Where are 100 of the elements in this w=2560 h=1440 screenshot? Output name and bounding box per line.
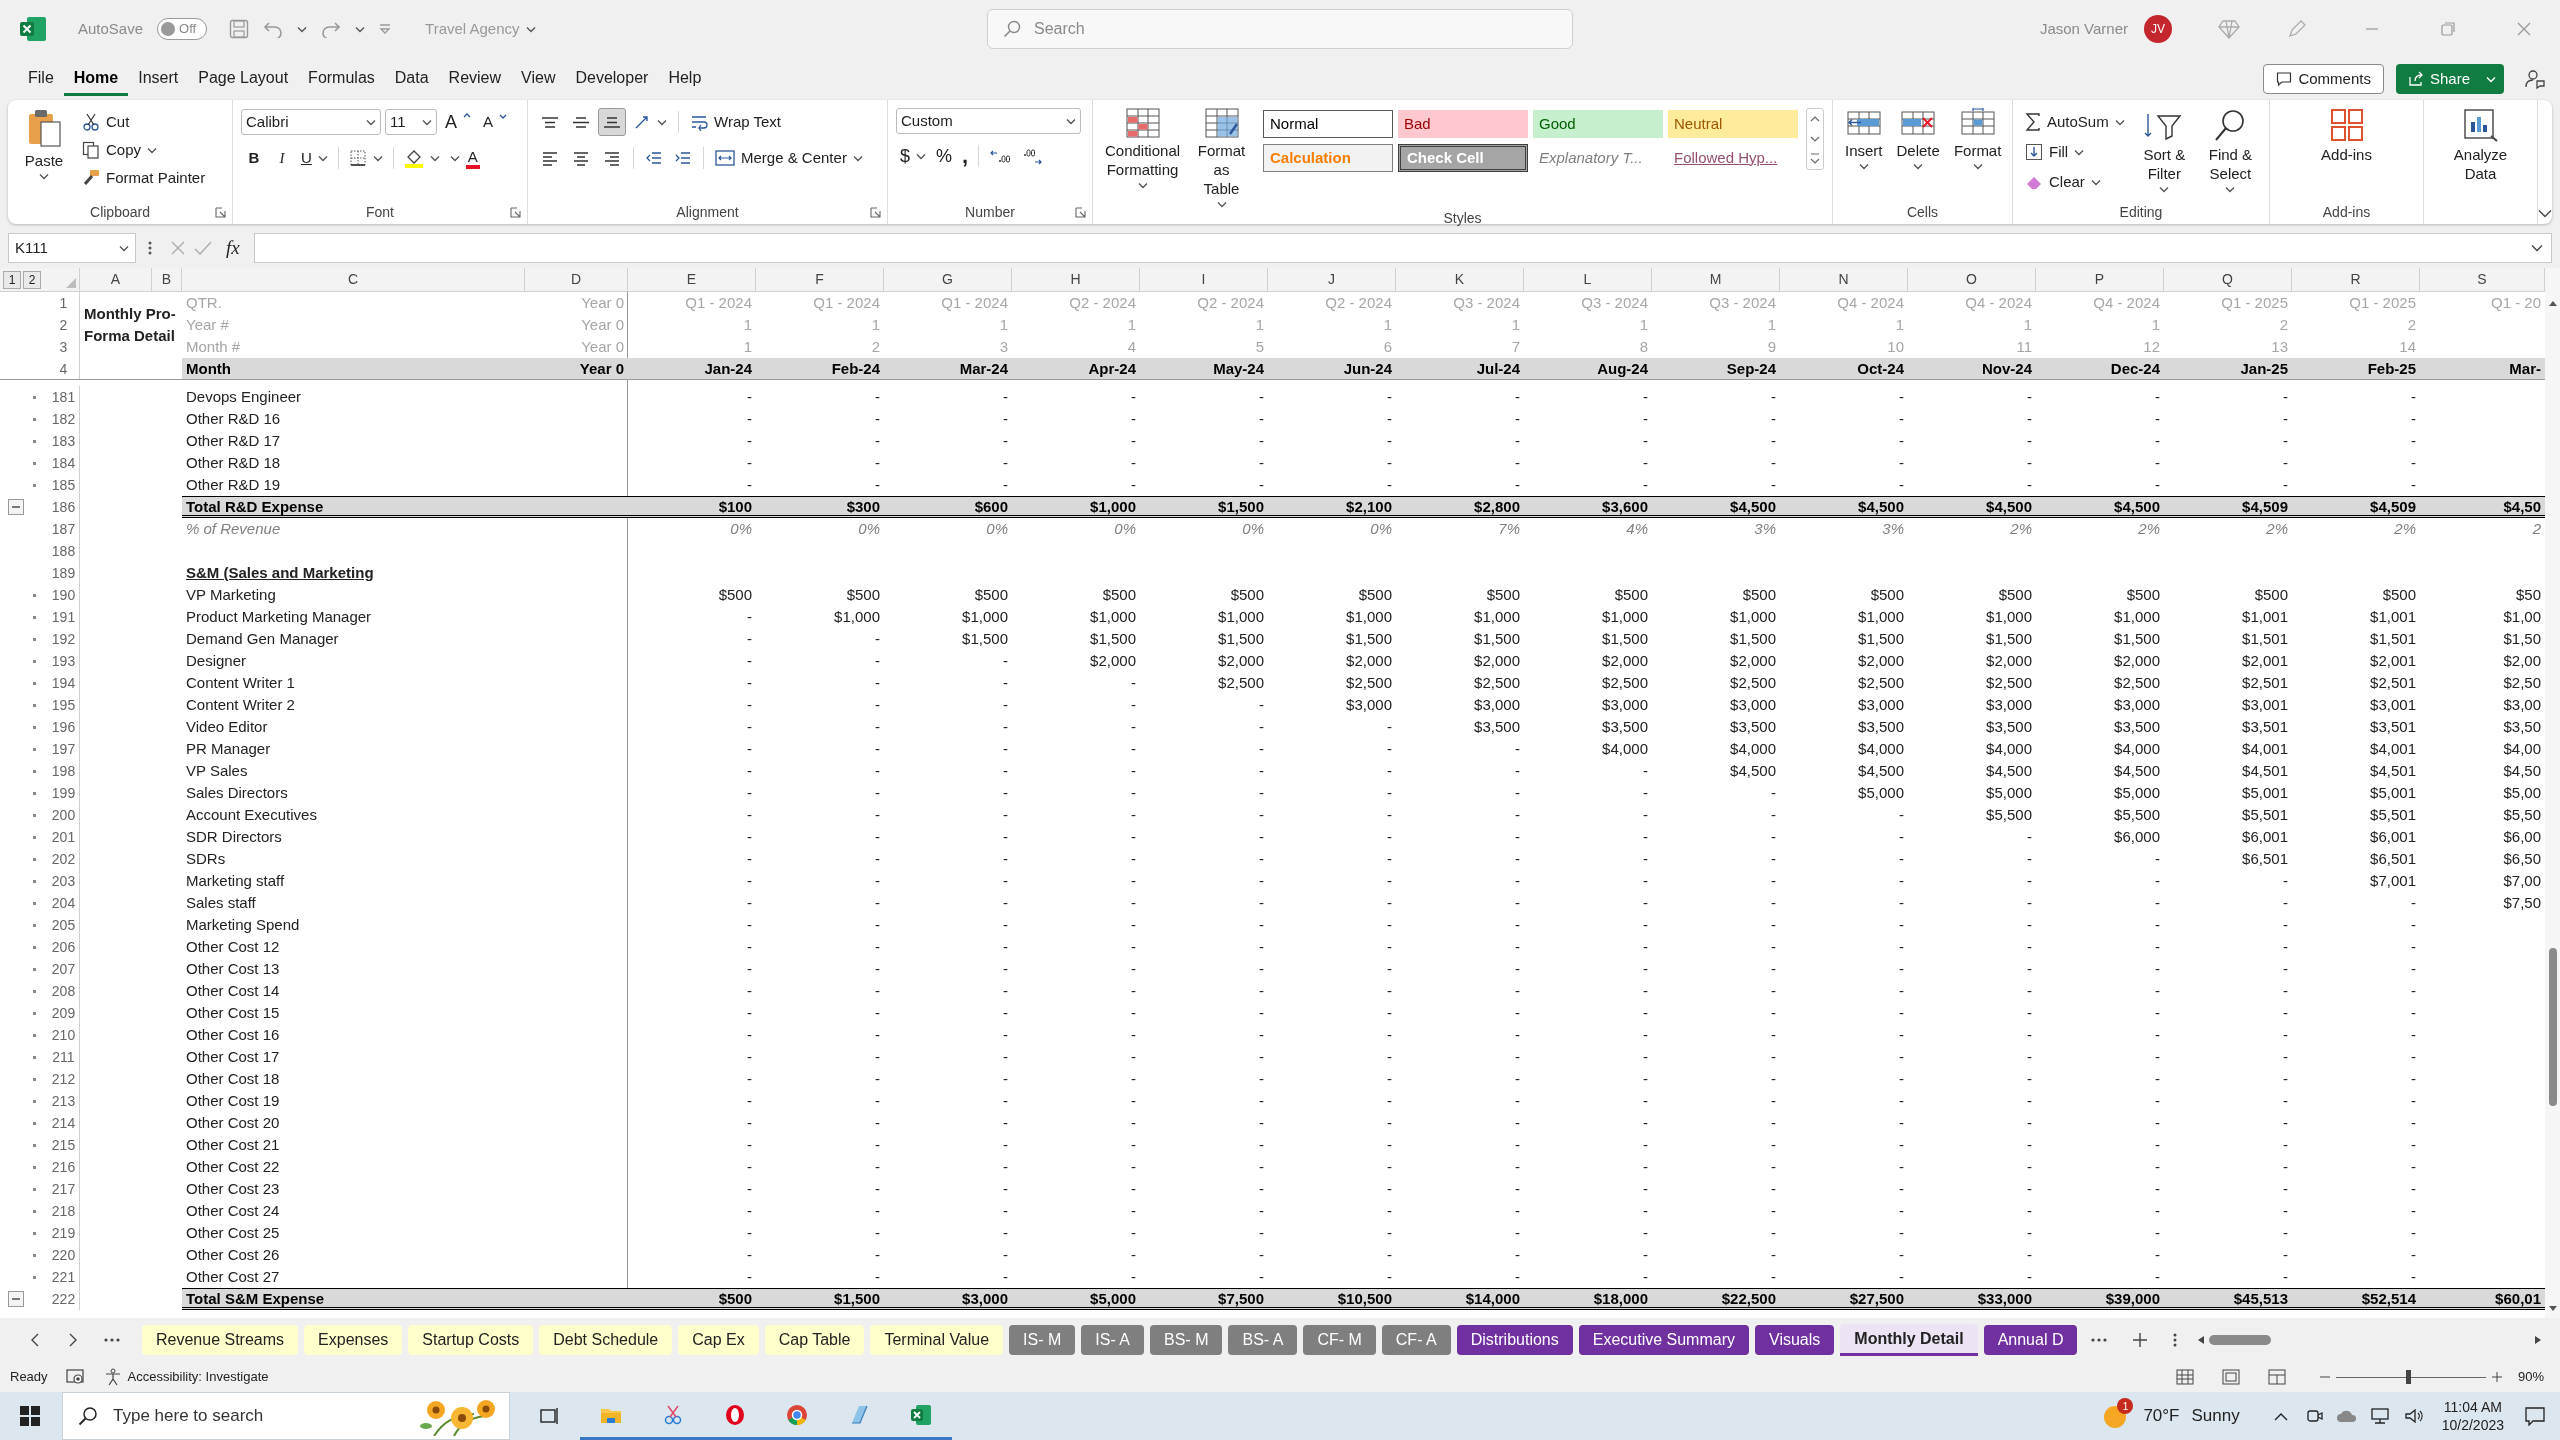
analyze-data-button[interactable]: Analyze Data: [2435, 108, 2526, 183]
cell-style-option[interactable]: Neutral: [1668, 110, 1798, 138]
add-ins-button[interactable]: Add-ins: [2306, 108, 2387, 164]
chevron-right-icon[interactable]: [68, 1333, 78, 1347]
more-icon[interactable]: [2091, 1338, 2108, 1342]
row-number[interactable]: 197: [48, 738, 80, 760]
column-header[interactable]: I: [1140, 268, 1268, 292]
row-number[interactable]: 187: [48, 518, 80, 540]
macro-record-icon[interactable]: [65, 1369, 84, 1385]
row-number[interactable]: 1: [48, 292, 80, 314]
row-number[interactable]: 195: [48, 694, 80, 716]
sheet-tab[interactable]: Annual D: [1983, 1325, 2078, 1355]
row-number[interactable]: 200: [48, 804, 80, 826]
row-number[interactable]: 201: [48, 826, 80, 848]
expand-icon[interactable]: [2531, 244, 2543, 252]
fill-button[interactable]: Fill: [2021, 138, 2129, 166]
sheet-tab[interactable]: CF- A: [1381, 1325, 1451, 1355]
sheet-tab[interactable]: Terminal Value: [870, 1325, 1004, 1355]
menu-tab[interactable]: Review: [438, 62, 512, 96]
scroll-thumb[interactable]: [2209, 1335, 2272, 1345]
chevron-up-icon[interactable]: [2273, 1411, 2288, 1421]
format-as-table-button[interactable]: Format as Table: [1190, 108, 1253, 208]
clear-button[interactable]: Clear: [2021, 168, 2129, 196]
row-number[interactable]: 203: [48, 870, 80, 892]
bottom-align-button[interactable]: [598, 108, 626, 136]
collapse-ribbon-icon[interactable]: [2538, 209, 2552, 218]
row-number[interactable]: 220: [48, 1244, 80, 1266]
meet-icon[interactable]: [2305, 1407, 2324, 1425]
outline-level-button[interactable]: 1: [3, 270, 21, 289]
format-button[interactable]: Format: [1949, 108, 2006, 170]
menu-tab[interactable]: Page Layout: [188, 62, 299, 96]
menu-tab[interactable]: View: [511, 62, 566, 96]
more-icon[interactable]: [104, 1338, 120, 1342]
row-number[interactable]: 2: [48, 314, 80, 336]
row-number[interactable]: 208: [48, 980, 80, 1002]
row-number[interactable]: 215: [48, 1134, 80, 1156]
dialog-launcher-icon[interactable]: [1075, 206, 1086, 218]
sheet-tab[interactable]: IS- A: [1081, 1325, 1144, 1355]
column-header[interactable]: F: [756, 268, 884, 292]
row-number[interactable]: 183: [48, 430, 80, 452]
row-number[interactable]: 212: [48, 1068, 80, 1090]
slider-thumb[interactable]: [2406, 1370, 2412, 1384]
sheet-tab[interactable]: Cap Table: [764, 1325, 865, 1355]
row-number[interactable]: 219: [48, 1222, 80, 1244]
notification-icon[interactable]: [2524, 1406, 2546, 1426]
row-number[interactable]: 194: [48, 672, 80, 694]
zoom-in-icon[interactable]: [2491, 1372, 2502, 1382]
column-header[interactable]: A: [80, 268, 152, 292]
row-number[interactable]: 190: [48, 584, 80, 606]
row-number[interactable]: 213: [48, 1090, 80, 1112]
menu-tab[interactable]: File: [18, 62, 64, 96]
excel-app-icon[interactable]: [909, 1402, 933, 1427]
collapse-button[interactable]: [8, 1291, 24, 1307]
row-number[interactable]: 211: [48, 1046, 80, 1068]
row-number[interactable]: 182: [48, 408, 80, 430]
column-header[interactable]: G: [884, 268, 1012, 292]
page-layout-view-icon[interactable]: [2221, 1369, 2240, 1385]
insert-button[interactable]: Insert: [1841, 108, 1887, 170]
sheet-tab[interactable]: Distributions: [1456, 1325, 1573, 1355]
page-break-view-icon[interactable]: [2267, 1369, 2286, 1385]
column-header[interactable]: C: [182, 268, 525, 292]
column-header[interactable]: S: [2420, 268, 2545, 292]
font-name-select[interactable]: Calibri: [241, 109, 381, 135]
windows-logo-icon[interactable]: [20, 1406, 40, 1426]
scroll-left-icon[interactable]: [2197, 1335, 2206, 1345]
row-number[interactable]: 186: [48, 496, 80, 518]
name-box[interactable]: K111: [8, 233, 136, 263]
row-number[interactable]: 196: [48, 716, 80, 738]
bold-button[interactable]: B: [241, 144, 267, 172]
row-number[interactable]: 207: [48, 958, 80, 980]
row-number[interactable]: 214: [48, 1112, 80, 1134]
cloud-icon[interactable]: [2335, 1408, 2358, 1424]
merge-center-button[interactable]: Merge & Center: [711, 144, 867, 172]
zoom-slider[interactable]: [2335, 1370, 2486, 1384]
column-header[interactable]: J: [1268, 268, 1396, 292]
row-number[interactable]: 221: [48, 1266, 80, 1288]
row-number[interactable]: 185: [48, 474, 80, 496]
row-number[interactable]: 217: [48, 1178, 80, 1200]
coauthor-icon[interactable]: [2524, 68, 2546, 90]
column-header[interactable]: R: [2292, 268, 2420, 292]
menu-tab[interactable]: Developer: [565, 62, 659, 96]
cell-style-option[interactable]: Good: [1533, 110, 1663, 138]
insert-function-button[interactable]: fx: [220, 233, 246, 263]
chrome-icon[interactable]: [785, 1402, 809, 1427]
column-header[interactable]: K: [1396, 268, 1524, 292]
horizontal-scrollbar[interactable]: [2197, 1332, 2542, 1348]
column-header[interactable]: M: [1652, 268, 1780, 292]
network-icon[interactable]: [2369, 1407, 2392, 1425]
row-number[interactable]: 192: [48, 628, 80, 650]
underline-button[interactable]: U: [297, 144, 332, 172]
column-header[interactable]: L: [1524, 268, 1652, 292]
more-icon[interactable]: [148, 241, 152, 255]
row-number[interactable]: 218: [48, 1200, 80, 1222]
row-number[interactable]: 189: [48, 562, 80, 584]
outline-level-button[interactable]: 2: [23, 270, 41, 289]
comma-style-button[interactable]: ,: [958, 142, 973, 170]
dialog-launcher-icon[interactable]: [510, 206, 521, 218]
sheet-tab[interactable]: IS- M: [1009, 1325, 1076, 1355]
sheet-tab[interactable]: Revenue Streams: [142, 1325, 299, 1355]
menu-tab[interactable]: Formulas: [298, 62, 385, 96]
